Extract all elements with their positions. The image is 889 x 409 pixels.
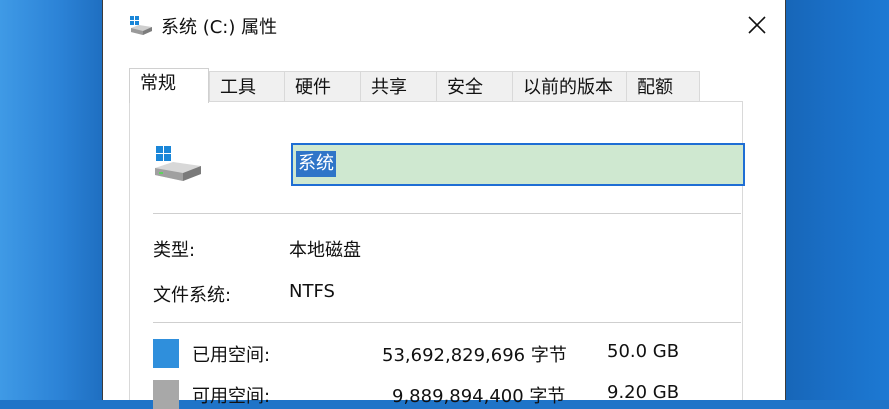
tab-sharing[interactable]: 共享 xyxy=(360,71,437,102)
used-space-size: 50.0 GB xyxy=(607,341,680,362)
tab-quota[interactable]: 配额 xyxy=(626,71,700,102)
tab-strip: 常规 工具 硬件 共享 安全 以前的版本 配额 xyxy=(129,68,749,103)
used-space-label: 已用空间: xyxy=(192,345,271,366)
drive-name-value: 系统 xyxy=(296,151,336,177)
close-icon xyxy=(748,16,766,34)
desktop-background-right xyxy=(786,0,889,400)
desktop-background-left xyxy=(0,0,102,400)
window-title: 系统 (C:) 属性 xyxy=(161,17,278,38)
used-space-bytes: 53,692,829,696 字节 xyxy=(382,345,567,366)
used-space-swatch xyxy=(153,339,179,368)
tab-security[interactable]: 安全 xyxy=(436,71,513,102)
tab-previous-versions[interactable]: 以前的版本 xyxy=(512,71,627,102)
title-bar[interactable]: 系统 (C:) 属性 xyxy=(103,0,785,50)
tab-tools[interactable]: 工具 xyxy=(209,71,285,102)
free-space-label: 可用空间: xyxy=(192,386,271,407)
type-label: 类型: xyxy=(153,240,196,261)
close-button[interactable] xyxy=(737,8,777,42)
divider-middle xyxy=(153,322,741,323)
type-value: 本地磁盘 xyxy=(289,240,361,261)
drive-icon xyxy=(153,144,205,184)
tab-general[interactable]: 常规 xyxy=(129,68,209,103)
filesystem-label: 文件系统: xyxy=(153,285,232,306)
tab-hardware[interactable]: 硬件 xyxy=(284,71,361,102)
drive-title-icon xyxy=(129,13,153,37)
divider-top xyxy=(153,213,741,214)
drive-name-input[interactable]: 系统 xyxy=(291,143,745,186)
properties-dialog: 系统 (C:) 属性 常规 工具 硬件 共享 安全 以前的版本 配额 系统 类型… xyxy=(102,0,786,409)
filesystem-value: NTFS xyxy=(289,281,335,302)
free-space-swatch xyxy=(153,380,179,409)
free-space-bytes: 9,889,894,400 字节 xyxy=(392,386,566,407)
